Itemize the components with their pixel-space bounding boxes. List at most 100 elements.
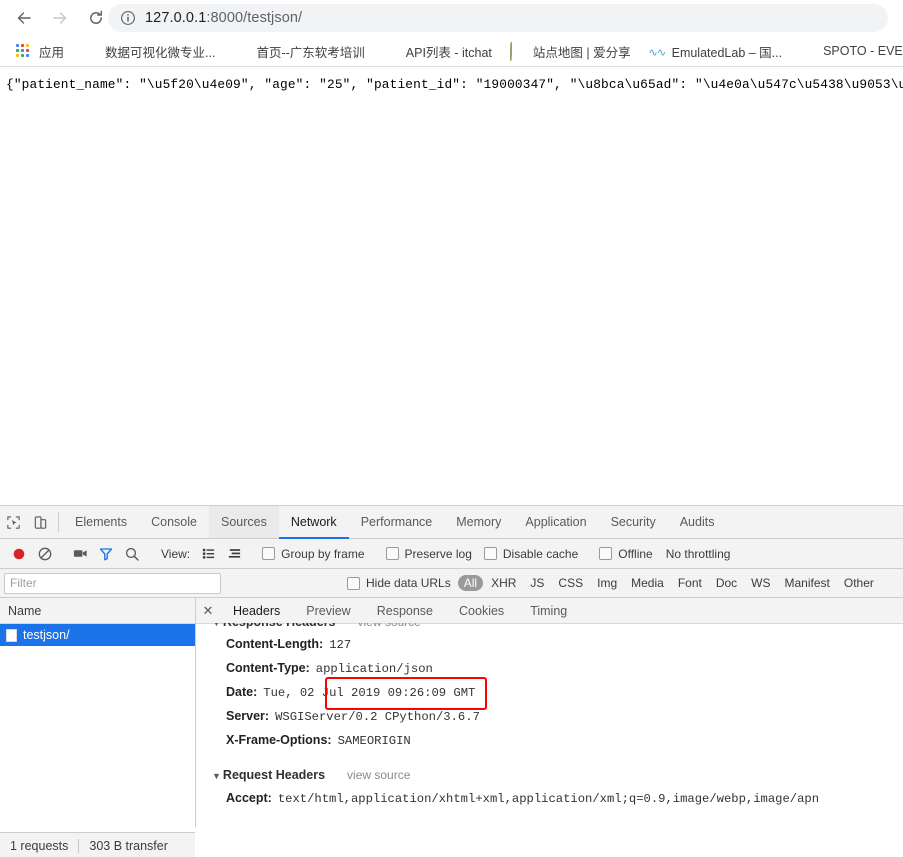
filter-type-js[interactable]: JS bbox=[524, 575, 550, 591]
green-book-icon bbox=[82, 43, 98, 59]
filter-type-ws[interactable]: WS bbox=[745, 575, 776, 591]
bookmark-guangdong-training[interactable]: 首页--广东软考培训 bbox=[225, 39, 372, 63]
bookmark-api-list-itchat[interactable]: API列表 - itchat bbox=[375, 39, 500, 63]
header-value: text/html,application/xhtml+xml,applicat… bbox=[278, 792, 819, 806]
group-by-frame-label: Group by frame bbox=[281, 547, 364, 561]
request-headers-section-header[interactable]: ▼Request Headers view source bbox=[212, 768, 903, 782]
tab-memory[interactable]: Memory bbox=[444, 506, 513, 538]
request-view-source-link[interactable]: view source bbox=[347, 768, 410, 782]
filter-type-media[interactable]: Media bbox=[625, 575, 670, 591]
throttling-select[interactable]: No throttling bbox=[666, 547, 731, 561]
forward-button[interactable] bbox=[45, 3, 75, 33]
tab-application[interactable]: Application bbox=[513, 506, 598, 538]
transfer-size: 303 B transfer bbox=[79, 839, 178, 853]
response-headers-title: Response Headers bbox=[223, 623, 336, 629]
detail-tab-timing[interactable]: Timing bbox=[517, 604, 580, 618]
detail-tab-preview[interactable]: Preview bbox=[293, 604, 363, 618]
network-filter-bar: Hide data URLs All XHR JS CSS Img Media … bbox=[0, 569, 903, 598]
checkbox-box[interactable] bbox=[484, 547, 497, 560]
tab-sources[interactable]: Sources bbox=[209, 506, 279, 538]
response-headers-section-header[interactable]: ▼Response Headers view source bbox=[212, 623, 903, 632]
filter-type-all[interactable]: All bbox=[458, 575, 483, 591]
filter-type-css[interactable]: CSS bbox=[552, 575, 589, 591]
tab-console[interactable]: Console bbox=[139, 506, 209, 538]
detail-tab-response[interactable]: Response bbox=[364, 604, 446, 618]
disable-cache-checkbox[interactable]: Disable cache bbox=[478, 547, 584, 561]
bookmark-spoto[interactable]: SPOTO - EVE-N bbox=[792, 39, 903, 63]
requests-column-header[interactable]: Name bbox=[0, 598, 195, 624]
close-icon[interactable]: ✕ bbox=[196, 603, 220, 619]
tab-security[interactable]: Security bbox=[599, 506, 668, 538]
checkbox-box[interactable] bbox=[262, 547, 275, 560]
offline-checkbox[interactable]: Offline bbox=[593, 547, 658, 561]
collapse-triangle-icon[interactable]: ▼ bbox=[212, 771, 221, 781]
page-viewport: {"patient_name": "\u5f20\u4e09", "age": … bbox=[0, 67, 903, 505]
bookmark-emulatedlab[interactable]: ∿∿ EmulatedLab – 国... bbox=[641, 39, 790, 63]
detail-tab-headers[interactable]: Headers bbox=[220, 604, 293, 618]
info-circle-icon[interactable] bbox=[120, 10, 136, 26]
filter-type-img[interactable]: Img bbox=[591, 575, 623, 591]
headers-scroll-area: ▼Response Headers view source Content-Le… bbox=[196, 623, 903, 811]
list-view-icon[interactable] bbox=[195, 542, 221, 566]
filter-type-other[interactable]: Other bbox=[838, 575, 880, 591]
tab-network[interactable]: Network bbox=[279, 506, 349, 538]
apps-grid-icon bbox=[16, 43, 32, 59]
filter-type-xhr[interactable]: XHR bbox=[485, 575, 522, 591]
header-key: Content-Type: bbox=[226, 661, 310, 675]
collapse-triangle-icon[interactable]: ▼ bbox=[212, 623, 221, 628]
filter-type-font[interactable]: Font bbox=[672, 575, 708, 591]
inspect-element-icon[interactable] bbox=[0, 506, 27, 538]
tab-elements[interactable]: Elements bbox=[63, 506, 139, 538]
search-icon[interactable] bbox=[119, 542, 145, 566]
globe-icon bbox=[800, 43, 816, 59]
address-bar[interactable]: 127.0.0.1:8000/testjson/ bbox=[108, 4, 888, 32]
reload-button[interactable] bbox=[81, 3, 111, 33]
group-by-frame-checkbox[interactable]: Group by frame bbox=[256, 547, 370, 561]
network-toolbar: View: Group by frame bbox=[0, 539, 903, 569]
bookmark-label: SPOTO - EVE-N bbox=[823, 44, 903, 58]
filter-type-doc[interactable]: Doc bbox=[710, 575, 743, 591]
tab-audits[interactable]: Audits bbox=[668, 506, 727, 538]
url-path: :8000/testjson/ bbox=[206, 10, 302, 26]
black-book-icon bbox=[383, 43, 399, 59]
clear-slash-icon[interactable] bbox=[32, 542, 58, 566]
preserve-log-checkbox[interactable]: Preserve log bbox=[380, 547, 478, 561]
devtools-tabbar: Elements Console Sources Network Perform… bbox=[0, 506, 903, 539]
header-value: WSGIServer/0.2 CPython/3.6.7 bbox=[275, 710, 480, 724]
bookmark-label: EmulatedLab – 国... bbox=[672, 42, 782, 61]
filter-funnel-icon[interactable] bbox=[93, 542, 119, 566]
bookmark-site-map[interactable]: 站点地图 | 爱分享 bbox=[502, 39, 639, 63]
camera-icon[interactable] bbox=[67, 542, 93, 566]
hide-data-urls-checkbox[interactable]: Hide data URLs bbox=[341, 576, 457, 590]
back-button[interactable] bbox=[9, 3, 39, 33]
bookmark-label: 站点地图 | 爱分享 bbox=[533, 42, 631, 61]
response-view-source-link[interactable]: view source bbox=[357, 623, 420, 629]
request-headers-title: Request Headers bbox=[223, 768, 325, 782]
requests-list-pane: Name testjson/ bbox=[0, 598, 196, 827]
bookmark-data-viz[interactable]: 数据可视化微专业... bbox=[74, 39, 223, 63]
header-x-frame-options: X-Frame-Options: SAMEORIGIN bbox=[212, 728, 903, 752]
bookmark-apps[interactable]: 应用 bbox=[8, 39, 72, 63]
header-content-length: Content-Length: 127 bbox=[212, 632, 903, 656]
waterfall-view-icon[interactable] bbox=[221, 542, 247, 566]
devtools-panel: Elements Console Sources Network Perform… bbox=[0, 505, 903, 857]
tab-performance[interactable]: Performance bbox=[349, 506, 445, 538]
table-row[interactable]: testjson/ bbox=[0, 624, 195, 646]
requests-count: 1 requests bbox=[0, 839, 78, 853]
browser-window: 127.0.0.1:8000/testjson/ 应用 数据可视化微专业... … bbox=[0, 0, 903, 857]
checkbox-box[interactable] bbox=[386, 547, 399, 560]
offline-label: Offline bbox=[618, 547, 652, 561]
filter-type-manifest[interactable]: Manifest bbox=[779, 575, 836, 591]
checkbox-box[interactable] bbox=[347, 577, 360, 590]
filter-input[interactable] bbox=[4, 573, 221, 594]
browser-toolbar: 127.0.0.1:8000/testjson/ bbox=[0, 0, 903, 36]
disable-cache-label: Disable cache bbox=[503, 547, 578, 561]
header-value: application/json bbox=[316, 662, 433, 676]
header-value: 127 bbox=[329, 638, 351, 652]
request-detail-pane: ✕ Headers Preview Response Cookies Timin… bbox=[196, 598, 903, 827]
header-key: Content-Length: bbox=[226, 637, 323, 651]
detail-tab-cookies[interactable]: Cookies bbox=[446, 604, 517, 618]
checkbox-box[interactable] bbox=[599, 547, 612, 560]
device-toolbar-icon[interactable] bbox=[27, 506, 54, 538]
record-circle-icon[interactable] bbox=[6, 542, 32, 566]
